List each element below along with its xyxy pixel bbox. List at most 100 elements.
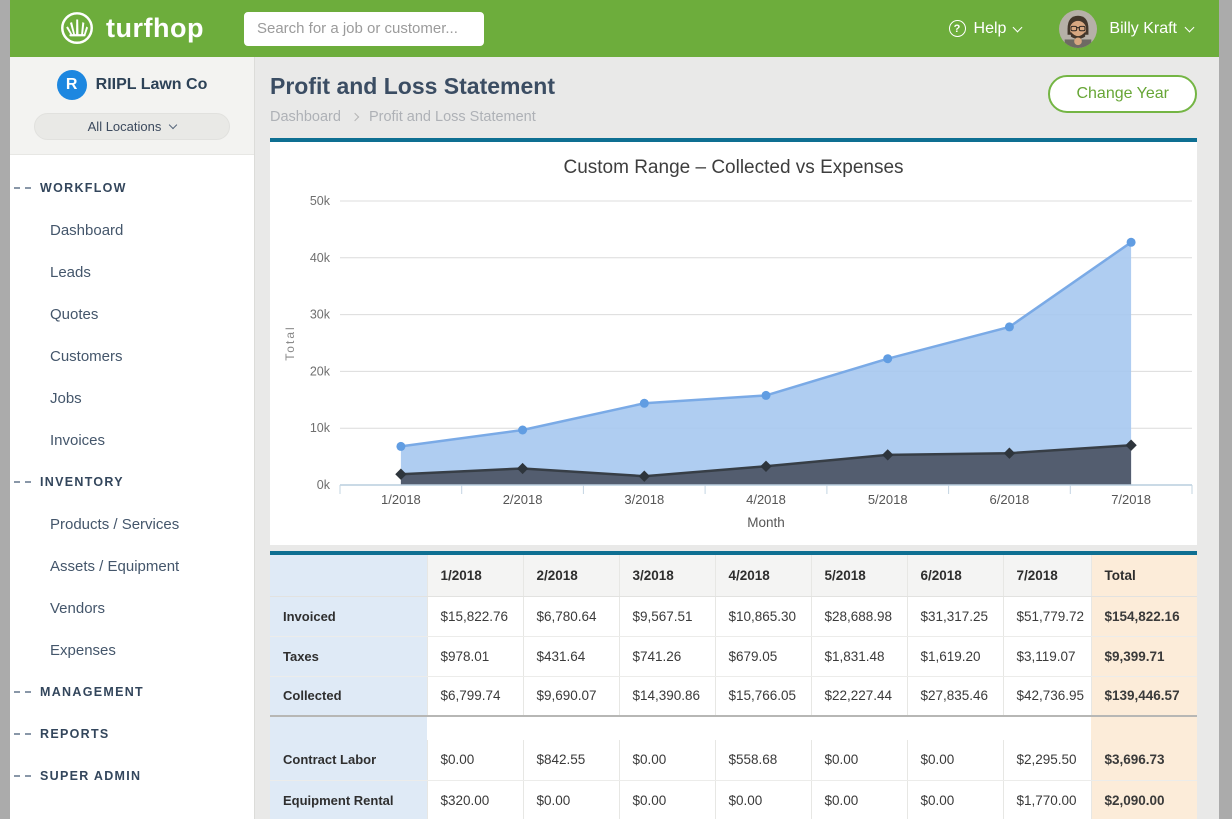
section-dashes-icon (14, 733, 31, 735)
y-tick-label: 0k (317, 478, 331, 492)
table-cell: $3,119.07 (1003, 636, 1091, 676)
table-cell: $0.00 (523, 780, 619, 819)
spacer-cell (1003, 716, 1091, 740)
section-label: MANAGEMENT (40, 685, 144, 699)
section-divider-row (270, 716, 1197, 740)
total-cell: $3,696.73 (1091, 740, 1197, 780)
collected-marker (1127, 238, 1136, 247)
table-cell: $22,227.44 (811, 676, 907, 716)
sidebar-item-quotes[interactable]: Quotes (10, 293, 254, 335)
y-tick-label: 40k (310, 251, 331, 265)
user-menu[interactable]: Billy Kraft (1109, 20, 1193, 38)
table-row-equipment-rental: Equipment Rental$320.00$0.00$0.00$0.00$0… (270, 780, 1197, 819)
table-header: 1/20182/20183/20184/20185/20186/20187/20… (270, 555, 1197, 596)
sidebar-item-customers[interactable]: Customers (10, 335, 254, 377)
spacer-cell (811, 716, 907, 740)
company-logo-badge: R (57, 70, 87, 100)
table-cell: $51,779.72 (1003, 596, 1091, 636)
help-menu[interactable]: ? Help (949, 20, 1022, 38)
row-label: Taxes (270, 636, 427, 676)
sidebar-item-dashboard[interactable]: Dashboard (10, 209, 254, 251)
brand-logo[interactable]: turfhop (58, 10, 204, 48)
column-header-total: Total (1091, 555, 1197, 596)
table-cell: $741.26 (619, 636, 715, 676)
table-cell: $0.00 (427, 740, 523, 780)
x-tick-label: 4/2018 (746, 492, 786, 507)
table-cell: $0.00 (811, 780, 907, 819)
table-cell: $0.00 (619, 780, 715, 819)
user-avatar[interactable] (1059, 10, 1097, 48)
column-header-2-2018: 2/2018 (523, 555, 619, 596)
location-filter-dropdown[interactable]: All Locations (34, 113, 230, 140)
sidebar-item-expenses[interactable]: Expenses (10, 629, 254, 671)
collected-area (401, 242, 1131, 485)
collected-marker (1005, 322, 1014, 331)
sidebar-item-vendors[interactable]: Vendors (10, 587, 254, 629)
table-cell: $978.01 (427, 636, 523, 676)
table-cell: $6,780.64 (523, 596, 619, 636)
table-cell: $842.55 (523, 740, 619, 780)
table-row-contract-labor: Contract Labor$0.00$842.55$0.00$558.68$0… (270, 740, 1197, 780)
spacer-cell (619, 716, 715, 740)
help-icon: ? (949, 20, 966, 37)
x-tick-label: 7/2018 (1111, 492, 1151, 507)
sidebar-item-leads[interactable]: Leads (10, 251, 254, 293)
sidebar-section-super-admin[interactable]: SUPER ADMIN (10, 755, 254, 797)
table-cell: $0.00 (907, 780, 1003, 819)
column-header-7-2018: 7/2018 (1003, 555, 1091, 596)
section-label: SUPER ADMIN (40, 769, 141, 783)
spacer-cell (270, 716, 427, 740)
y-tick-label: 10k (310, 421, 331, 435)
left-scrollbar[interactable] (0, 0, 10, 819)
sidebar-section-workflow[interactable]: WORKFLOW (10, 167, 254, 209)
x-tick-label: 3/2018 (624, 492, 664, 507)
table-row-taxes: Taxes$978.01$431.64$741.26$679.05$1,831.… (270, 636, 1197, 676)
app-window: turfhop ? Help Billy Kraft (0, 0, 1232, 819)
sidebar-section-management[interactable]: MANAGEMENT (10, 671, 254, 713)
breadcrumb-dashboard[interactable]: Dashboard (270, 109, 341, 125)
page-header: Profit and Loss Statement Dashboard Prof… (255, 57, 1219, 125)
table-cell: $1,770.00 (1003, 780, 1091, 819)
row-label: Collected (270, 676, 427, 716)
chevron-down-icon (1185, 22, 1195, 32)
row-label: Contract Labor (270, 740, 427, 780)
spacer-cell (1091, 716, 1197, 740)
spacer-cell (427, 716, 523, 740)
avatar-image (1059, 10, 1097, 48)
table-cell: $10,865.30 (715, 596, 811, 636)
section-dashes-icon (14, 187, 31, 189)
y-tick-label: 20k (310, 364, 331, 378)
table-cell: $679.05 (715, 636, 811, 676)
table-cell: $31,317.25 (907, 596, 1003, 636)
column-header-6-2018: 6/2018 (907, 555, 1003, 596)
sidebar-item-products-services[interactable]: Products / Services (10, 503, 254, 545)
change-year-button[interactable]: Change Year (1048, 75, 1197, 113)
sidebar-section-reports[interactable]: REPORTS (10, 713, 254, 755)
y-tick-label: 30k (310, 308, 331, 322)
table-row-invoiced: Invoiced$15,822.76$6,780.64$9,567.51$10,… (270, 596, 1197, 636)
table-cell: $0.00 (811, 740, 907, 780)
collected-marker (518, 426, 527, 435)
x-tick-label: 2/2018 (503, 492, 543, 507)
sidebar-item-invoices[interactable]: Invoices (10, 419, 254, 461)
spacer-cell (715, 716, 811, 740)
section-label: REPORTS (40, 727, 110, 741)
sidebar-item-jobs[interactable]: Jobs (10, 377, 254, 419)
total-cell: $2,090.00 (1091, 780, 1197, 819)
collected-marker (883, 354, 892, 363)
table-cell: $15,766.05 (715, 676, 811, 716)
grass-logo-icon (58, 10, 96, 48)
section-dashes-icon (14, 481, 31, 483)
company-name: RIIPL Lawn Co (96, 76, 208, 94)
x-tick-label: 1/2018 (381, 492, 421, 507)
sidebar-item-assets-equipment[interactable]: Assets / Equipment (10, 545, 254, 587)
sidebar: R RIIPL Lawn Co All Locations WORKFLOWDa… (10, 57, 255, 819)
sidebar-section-inventory[interactable]: INVENTORY (10, 461, 254, 503)
table-cell: $9,690.07 (523, 676, 619, 716)
search-input[interactable] (244, 12, 484, 46)
table-cell: $0.00 (715, 780, 811, 819)
section-dashes-icon (14, 775, 31, 777)
page-scrollbar[interactable] (1219, 0, 1232, 819)
table-cell: $0.00 (907, 740, 1003, 780)
spacer-cell (907, 716, 1003, 740)
